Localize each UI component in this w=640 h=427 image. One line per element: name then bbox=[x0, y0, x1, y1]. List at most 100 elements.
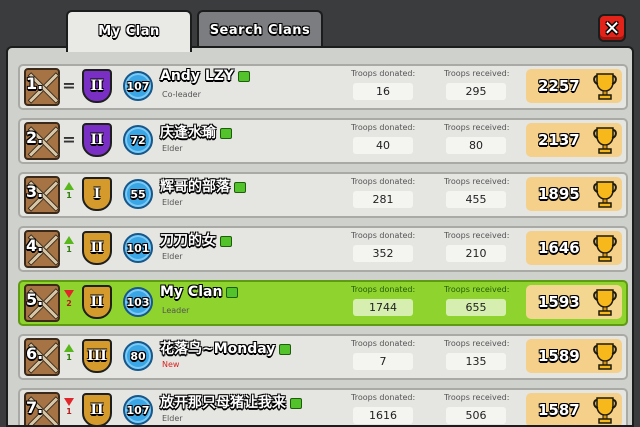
experience-level: 80 bbox=[130, 349, 146, 363]
rank-change-count: 1 bbox=[66, 245, 72, 254]
member-row[interactable]: 6. 1 III 80 花落鸟~Monday New Troops donate… bbox=[18, 334, 628, 380]
experience-level: 107 bbox=[126, 79, 150, 93]
rank-change: 1 bbox=[62, 340, 76, 362]
trophy-icon bbox=[593, 397, 617, 424]
trophy-count: 1593 bbox=[538, 293, 580, 311]
rank-number: 3. bbox=[26, 182, 44, 201]
rank-change: 1 bbox=[62, 394, 76, 416]
experience-level-icon: 107 bbox=[123, 71, 153, 101]
troops-received-label: Troops received: bbox=[444, 177, 510, 186]
trophy-count: 2137 bbox=[538, 131, 580, 149]
trophy-panel: 2137 bbox=[526, 123, 622, 157]
rank-change: = bbox=[62, 124, 76, 157]
troops-received-label: Troops received: bbox=[444, 69, 510, 78]
trophy-icon bbox=[593, 73, 617, 100]
troops-donated-label: Troops donated: bbox=[351, 177, 416, 186]
member-role: Elder bbox=[162, 144, 183, 153]
troops-received-value: 210 bbox=[446, 245, 506, 262]
tab-my-clan[interactable]: My Clan bbox=[66, 10, 192, 52]
troops-donated-value: 352 bbox=[353, 245, 413, 262]
league-badge-icon: III bbox=[82, 339, 112, 373]
member-role: New bbox=[162, 360, 180, 369]
troops-received-label: Troops received: bbox=[444, 339, 510, 348]
troops-donated-label: Troops donated: bbox=[351, 231, 416, 240]
member-role: Co-leader bbox=[162, 90, 201, 99]
chat-icon bbox=[238, 70, 251, 82]
close-button[interactable]: ✕ bbox=[598, 14, 626, 42]
member-row[interactable]: 3. 1 I 55 辉哥的部落 Elder Troops donated: 28… bbox=[18, 172, 628, 218]
trophy-icon bbox=[593, 289, 617, 316]
troops-donated-label: Troops donated: bbox=[351, 123, 416, 132]
rank-change: 1 bbox=[62, 232, 76, 254]
league-tier: II bbox=[90, 132, 104, 148]
player-name-wrap: 花落鸟~Monday bbox=[160, 338, 292, 358]
rank-down-arrow-icon bbox=[64, 398, 74, 406]
experience-level-icon: 107 bbox=[123, 395, 153, 425]
troops-received-value: 295 bbox=[446, 83, 506, 100]
league-badge-icon: II bbox=[82, 285, 112, 319]
player-name: 辉哥的部落 bbox=[160, 179, 230, 195]
experience-level: 103 bbox=[126, 295, 150, 309]
trophy-panel: 1593 bbox=[526, 285, 622, 319]
player-name-wrap: 放开那只母猪让我来 bbox=[160, 392, 302, 412]
player-name: 刀刀的女 bbox=[160, 233, 216, 249]
member-row[interactable]: 2. = II 72 庆逢水瑜 Elder Troops donated: 40… bbox=[18, 118, 628, 164]
troops-received-value: 506 bbox=[446, 407, 506, 424]
tab-search-clans-label: Search Clans bbox=[209, 22, 311, 38]
troops-donated-label: Troops donated: bbox=[351, 339, 416, 348]
troops-donated-value: 1616 bbox=[353, 407, 413, 424]
player-name: 庆逢水瑜 bbox=[160, 125, 216, 141]
trophy-icon bbox=[593, 343, 617, 370]
player-name: My Clan bbox=[160, 284, 223, 300]
rank-number: 6. bbox=[26, 344, 44, 363]
rank-change: = bbox=[62, 70, 76, 103]
member-row[interactable]: 1. = II 107 Andy LZY Co-leader Troops do… bbox=[18, 64, 628, 110]
rank-change-count: 1 bbox=[66, 191, 72, 200]
trophy-icon bbox=[593, 127, 617, 154]
trophy-count: 2257 bbox=[538, 77, 580, 95]
chat-icon bbox=[279, 343, 292, 355]
troops-received-value: 655 bbox=[446, 299, 506, 316]
experience-level: 101 bbox=[126, 241, 150, 255]
chat-icon bbox=[220, 235, 232, 247]
tab-my-clan-label: My Clan bbox=[98, 23, 160, 39]
trophy-panel: 2257 bbox=[526, 69, 622, 103]
trophy-icon bbox=[593, 235, 617, 262]
troops-received-label: Troops received: bbox=[444, 285, 510, 294]
player-name: Andy LZY bbox=[160, 68, 235, 84]
rank-number: 2. bbox=[26, 128, 44, 147]
rank-change-count: 2 bbox=[66, 299, 72, 308]
chat-icon bbox=[226, 286, 239, 298]
rank-unchanged-icon: = bbox=[62, 76, 76, 95]
clan-members-panel: 1. = II 107 Andy LZY Co-leader Troops do… bbox=[6, 46, 634, 427]
experience-level: 72 bbox=[130, 133, 146, 147]
trophy-icon bbox=[593, 181, 617, 208]
experience-level: 55 bbox=[130, 187, 146, 201]
chat-icon bbox=[234, 181, 246, 193]
troops-received-value: 455 bbox=[446, 191, 506, 208]
troops-donated-label: Troops donated: bbox=[351, 393, 416, 402]
troops-donated-label: Troops donated: bbox=[351, 69, 416, 78]
experience-level-icon: 55 bbox=[123, 179, 153, 209]
troops-donated-value: 281 bbox=[353, 191, 413, 208]
league-badge-icon: II bbox=[82, 69, 112, 103]
rank-unchanged-icon: = bbox=[62, 130, 76, 149]
experience-level-icon: 103 bbox=[123, 287, 153, 317]
player-name-wrap: 庆逢水瑜 bbox=[160, 122, 232, 142]
member-row[interactable]: 5. 2 II 103 My Clan Leader Troops donate… bbox=[18, 280, 628, 326]
tab-search-clans[interactable]: Search Clans bbox=[197, 10, 323, 50]
close-icon: ✕ bbox=[603, 16, 621, 40]
league-tier: I bbox=[93, 186, 101, 202]
troops-received-value: 135 bbox=[446, 353, 506, 370]
troops-donated-value: 40 bbox=[353, 137, 413, 154]
player-name-wrap: My Clan bbox=[160, 284, 239, 300]
rank-change-count: 1 bbox=[66, 353, 72, 362]
trophy-count: 1587 bbox=[538, 401, 580, 419]
player-name-wrap: Andy LZY bbox=[160, 68, 251, 84]
rank-up-arrow-icon bbox=[64, 236, 74, 244]
experience-level: 107 bbox=[126, 403, 150, 417]
member-row[interactable]: 4. 1 II 101 刀刀的女 Elder Troops donated: 3… bbox=[18, 226, 628, 272]
troops-received-label: Troops received: bbox=[444, 393, 510, 402]
member-row[interactable]: 7. 1 II 107 放开那只母猪让我来 Elder Troops donat… bbox=[18, 388, 628, 425]
league-badge-icon: II bbox=[82, 393, 112, 425]
